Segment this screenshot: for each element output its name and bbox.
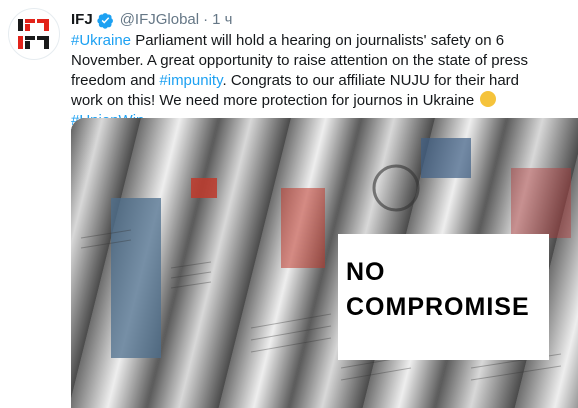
account-name[interactable]: IFJ bbox=[71, 10, 93, 30]
separator-dot: · bbox=[203, 11, 209, 28]
hashtag-ukraine[interactable]: #Ukraine bbox=[71, 32, 131, 49]
raised-fist-emoji-icon bbox=[480, 91, 497, 107]
tweet-media-image[interactable]: NO COMPROMISE bbox=[71, 118, 578, 408]
tweet: IFJ @IFJGlobal · 1 ч #Ukraine Parliament… bbox=[71, 10, 571, 131]
hashtag-impunity[interactable]: #impunity bbox=[159, 72, 222, 89]
tweet-text: #Ukraine Parliament will hold a hearing … bbox=[71, 31, 541, 131]
tweet-timestamp[interactable]: 1 ч bbox=[212, 10, 232, 30]
avatar[interactable] bbox=[8, 8, 60, 60]
no-compromise-overlay: NO COMPROMISE bbox=[338, 234, 549, 360]
ifj-logo-icon bbox=[10, 10, 58, 58]
verified-badge-icon bbox=[97, 12, 114, 29]
overlay-line-1: NO bbox=[346, 258, 386, 286]
tweet-header: IFJ @IFJGlobal · 1 ч bbox=[71, 10, 571, 30]
account-handle[interactable]: @IFJGlobal bbox=[120, 10, 199, 30]
overlay-line-2: COMPROMISE bbox=[346, 293, 530, 321]
